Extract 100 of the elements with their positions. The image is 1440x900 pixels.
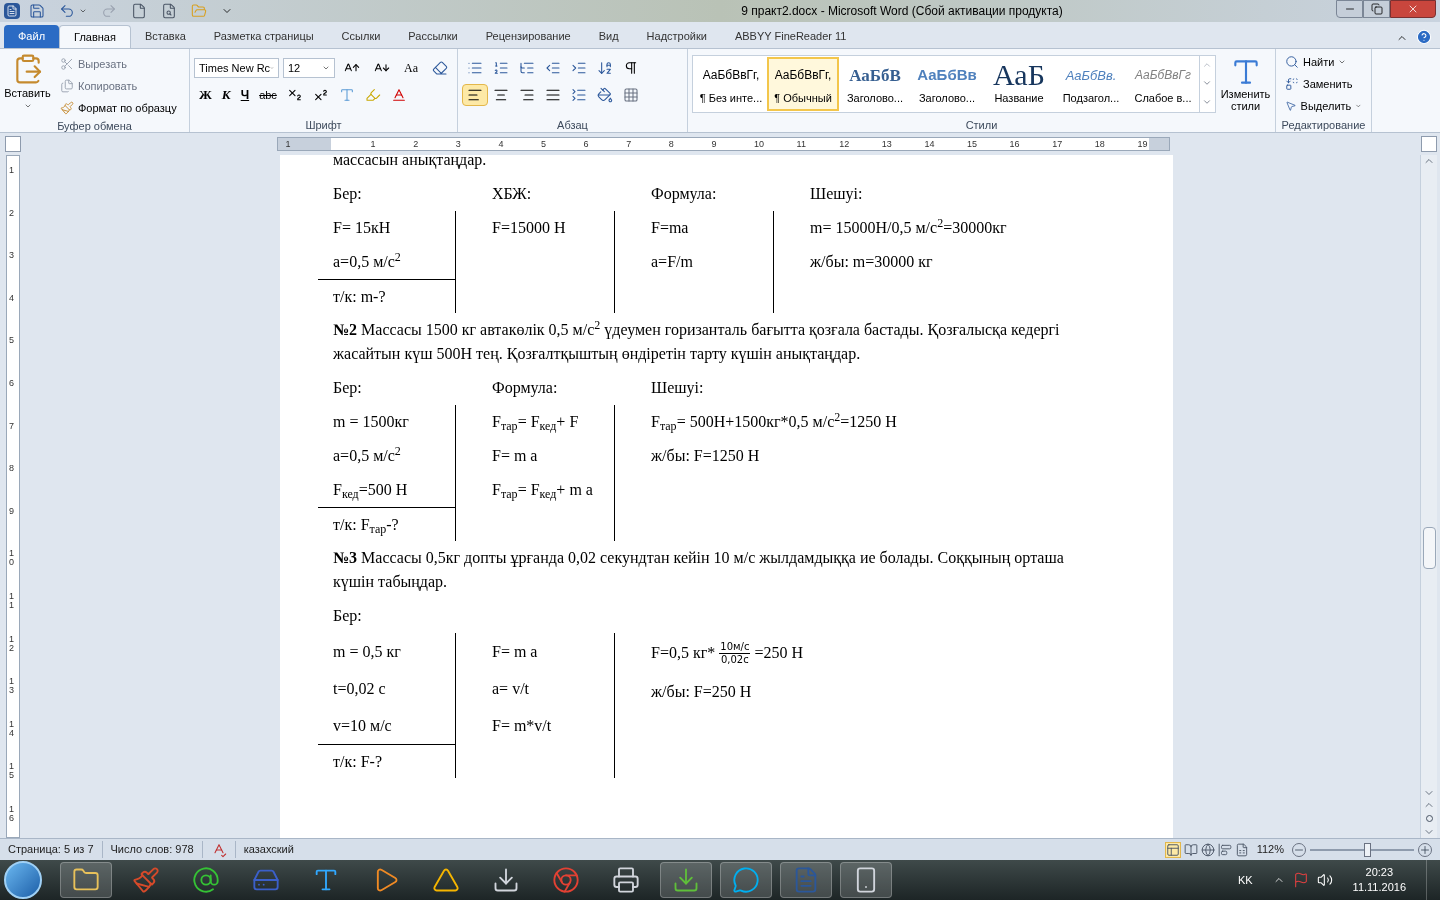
formula-text: т/к: F$_{тар}$-? [333,514,399,537]
decrease-indent-icon [545,60,561,76]
style-item[interactable]: АаБ Название [983,56,1055,111]
ruler-number: 8 [668,138,674,150]
ruler-number: 15 [967,138,977,150]
select-button[interactable]: Выделить [1280,95,1367,117]
clock[interactable]: 20:23 11.11.2016 [1352,865,1406,895]
draft-view-icon [1234,842,1249,857]
style-item[interactable]: АаБбВ Заголово... [839,56,911,111]
column-heading: Шешуі: [651,379,704,396]
align-button[interactable] [462,84,488,106]
ruler-number: 18 [1094,138,1105,150]
restore-button[interactable] [1363,0,1390,18]
ruler-number: 12 [839,138,850,150]
ruler-number: 13 [881,138,892,150]
style-item[interactable]: АаБбВвГг Слабое в... [1127,56,1199,111]
close-button[interactable] [1390,0,1436,18]
copy-button[interactable]: Копировать [55,75,182,97]
ruler-number: 1 [285,138,291,150]
page-icon [131,3,147,19]
formula-text: m = 1500кг [333,412,409,432]
style-item[interactable]: АаБбВвГг, ¶ Без инте... [695,56,767,111]
style-item[interactable]: АаБбВвГг, ¶ Обычный [767,56,839,111]
ruler-number: 2 [9,208,15,218]
window-title: 9 практ2.docx - Microsoft Word (Сбой активации продукта) [741,3,1063,20]
formula-text: m= 15000Н/0,5 м/с$^{2}$=30000кг [810,216,1007,238]
ribbon-tab[interactable]: Вид [584,25,633,48]
format-painter-button[interactable]: Формат по образцу [55,97,182,119]
ruler-number: 1 [9,166,15,175]
ribbon-tab[interactable]: Главная [59,25,131,48]
group-title: Стили [964,118,999,132]
brush-icon [132,866,160,894]
start-button[interactable] [4,861,42,899]
formula-text: F= m a [492,641,538,662]
taskbar-button[interactable] [840,862,892,898]
line-spacing-icon [571,87,587,103]
bold-button[interactable]: Ж [194,84,217,106]
zoom-thumb[interactable] [1364,842,1372,857]
speaker-icon [1316,872,1333,888]
action-center-icon [1292,872,1309,888]
formula-text: F$_{кед}$=500 Н [333,480,408,502]
ruler-number: 7 [626,138,632,150]
folder-icon [191,3,207,19]
ribbon-tab[interactable]: Рассылки [394,25,472,48]
replace-icon [1285,77,1299,91]
word-count[interactable]: Число слов: 978 [102,841,203,858]
formula-text: т/к: m-? [333,286,386,307]
ruler-number: 14 [924,138,935,150]
underline-button[interactable]: Ч [235,84,255,106]
column-heading: Бер: [333,185,362,202]
language-indicator[interactable]: казахский [234,841,302,858]
file-tab[interactable]: Файл [4,25,60,48]
minimize-button[interactable] [1336,0,1363,18]
ruler-number: 14 [9,719,15,738]
formula-text: F$_{тар}$= F$_{кед}$+ m a [492,480,593,502]
scroll-thumb[interactable] [1422,527,1436,569]
ribbon-tab[interactable]: Рецензирование [471,25,585,48]
style-item[interactable]: АаБбВв Заголово... [911,56,983,111]
page-count[interactable]: Страница: 5 из 7 [0,841,103,858]
vertical-scrollbar[interactable] [1420,155,1437,838]
ruler-number: 5 [541,138,546,150]
font-size-field[interactable]: 12 [283,58,335,78]
italic-button[interactable]: К [216,84,236,106]
ribbon-tab[interactable]: Вставка [130,25,200,48]
pilcrow-icon [623,60,639,76]
ribbon-tab[interactable]: ABBYY FineReader 11 [720,25,861,48]
chat-icon [732,866,760,894]
zoom-level[interactable]: 112% [1256,841,1284,858]
column-heading: Бер: [333,379,362,396]
font-name-field[interactable]: Times New Rc [194,58,279,78]
outline-view-icon [1217,842,1232,857]
caret-icon [79,7,87,15]
close-icon [1407,3,1419,15]
style-item[interactable]: АаБбВв. Подзагол... [1055,56,1127,111]
ribbon-tab[interactable]: Разметка страницы [199,25,328,48]
change-styles-button[interactable]: Изменить стили [1220,55,1271,112]
change-case-button[interactable]: Aa [399,57,423,79]
ruler-number: 10 [9,549,15,568]
ruler-number: 7 [9,421,15,431]
borders-icon [623,87,639,103]
replace-button[interactable]: Заменить [1280,73,1367,95]
tab-selector[interactable] [5,136,21,152]
ribbon-tab[interactable]: Ссылки [327,25,395,48]
font-color-icon [390,87,407,103]
formula-text: F=15000 Н [492,218,566,238]
zoom-slider[interactable] [1310,842,1414,857]
save-icon [29,3,45,19]
strikethrough-button[interactable]: abc [254,84,282,106]
ruler-toggle[interactable] [1421,136,1437,152]
printer-icon [612,866,640,894]
undo-icon [59,3,75,19]
paste-button[interactable]: Вставить [0,53,55,119]
keyboard-language[interactable]: KK [1237,871,1253,889]
paintbrush-icon [60,101,74,115]
ribbon-tab[interactable]: Надстройки [632,25,721,48]
find-button[interactable]: Найти [1280,51,1367,73]
paragraph-text: №2 Массасы 1500 кг автакөлік 0,5 м/с$^{2}$ үдеумен горизанталь бағытта қозғала бастады. Қозғалысқа кедергі жасайтын күш 500Н тең. Қозғалтқыштың өндіретін тарту күшін анықтаңдар. [333,321,1060,362]
group-title: Абзац [556,118,589,132]
cut-button[interactable]: Вырезать [55,53,182,75]
taskbar-button[interactable] [60,862,112,898]
